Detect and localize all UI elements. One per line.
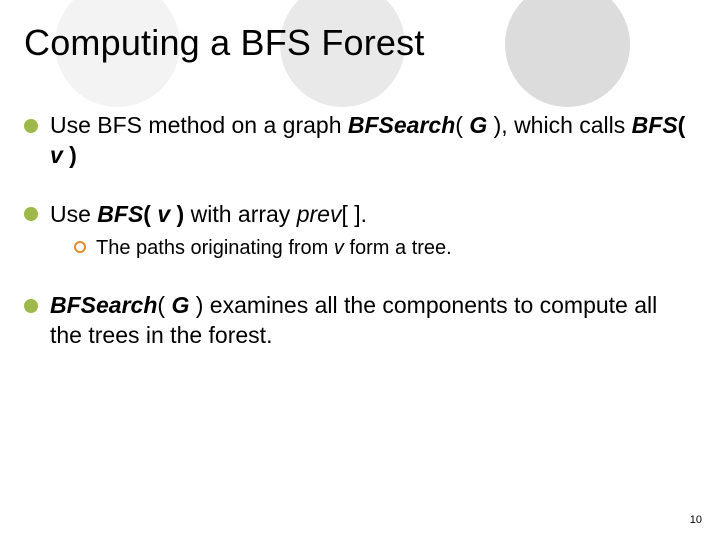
slide-content: Use BFS method on a graph BFSearch( G ),… xyxy=(24,110,690,379)
code-arg: G xyxy=(469,112,487,138)
slide-title: Computing a BFS Forest xyxy=(24,22,425,64)
bullet-item: Use BFS method on a graph BFSearch( G ),… xyxy=(24,110,690,171)
text: Use xyxy=(50,201,97,227)
code-fn: BFS xyxy=(97,201,143,227)
text: ( xyxy=(455,112,469,138)
code-arg: v xyxy=(157,201,170,227)
text: The paths originating from xyxy=(96,237,334,259)
text: ) xyxy=(170,201,184,227)
code-var: prev xyxy=(297,201,342,227)
code-arg: v xyxy=(50,142,63,168)
text: ( xyxy=(143,201,157,227)
decorative-circle xyxy=(505,0,630,107)
text: [ ]. xyxy=(341,201,367,227)
text: Use BFS method on a graph xyxy=(50,112,348,138)
code-fn: BFSearch xyxy=(348,112,455,138)
code-arg: G xyxy=(171,292,189,318)
page-number: 10 xyxy=(690,514,702,526)
text: ( xyxy=(157,292,171,318)
text: with array xyxy=(184,201,296,227)
bullet-item: Use BFS( v ) with array prev[ ]. The pat… xyxy=(24,199,690,262)
text: ), xyxy=(487,112,514,138)
bullet-item: BFSearch( G ) examines all the component… xyxy=(24,290,690,351)
text: which calls xyxy=(514,112,632,138)
text: ) xyxy=(63,142,77,168)
sub-bullet-item: The paths originating from v form a tree… xyxy=(74,235,690,262)
code-fn: BFS xyxy=(632,112,678,138)
text: form a tree. xyxy=(344,237,452,259)
slide: Computing a BFS Forest Use BFS method on… xyxy=(0,0,720,540)
text: ) xyxy=(189,292,203,318)
code-fn: BFSearch xyxy=(50,292,157,318)
text: ( xyxy=(678,112,686,138)
code-var: v xyxy=(334,237,344,259)
